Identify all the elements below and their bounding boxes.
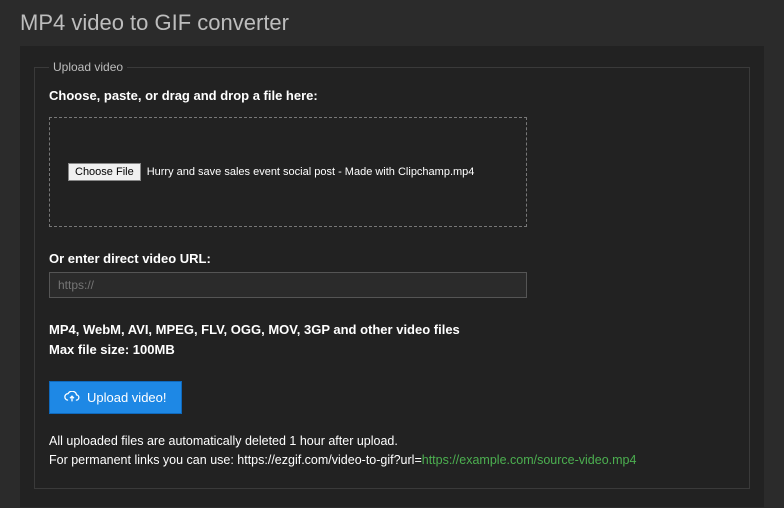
cloud-upload-icon: [64, 391, 80, 404]
maxsize-line: Max file size: 100MB: [49, 340, 735, 360]
page-title: MP4 video to GIF converter: [20, 10, 764, 36]
formats-line: MP4, WebM, AVI, MPEG, FLV, OGG, MOV, 3GP…: [49, 320, 735, 340]
selected-filename: Hurry and save sales event social post -…: [147, 166, 475, 178]
upload-legend: Upload video: [49, 60, 127, 74]
note-permalink: For permanent links you can use: https:/…: [49, 451, 735, 470]
video-url-input[interactable]: [49, 272, 527, 298]
upload-button[interactable]: Upload video!: [49, 381, 182, 414]
upload-fieldset: Upload video Choose, paste, or drag and …: [34, 60, 750, 489]
upload-instruction: Choose, paste, or drag and drop a file h…: [49, 88, 735, 103]
upload-panel: Upload video Choose, paste, or drag and …: [20, 46, 764, 507]
choose-file-button[interactable]: Choose File: [68, 163, 141, 181]
note-permalink-example-link[interactable]: https://example.com/source-video.mp4: [422, 453, 637, 467]
supported-formats: MP4, WebM, AVI, MPEG, FLV, OGG, MOV, 3GP…: [49, 320, 735, 359]
upload-button-label: Upload video!: [87, 390, 167, 405]
file-dropzone[interactable]: Choose File Hurry and save sales event s…: [49, 117, 527, 227]
note-deleted: All uploaded files are automatically del…: [49, 432, 735, 451]
upload-note: All uploaded files are automatically del…: [49, 432, 735, 470]
file-row: Choose File Hurry and save sales event s…: [68, 163, 474, 181]
url-label: Or enter direct video URL:: [49, 251, 735, 266]
note-permalink-prefix: For permanent links you can use: https:/…: [49, 453, 422, 467]
